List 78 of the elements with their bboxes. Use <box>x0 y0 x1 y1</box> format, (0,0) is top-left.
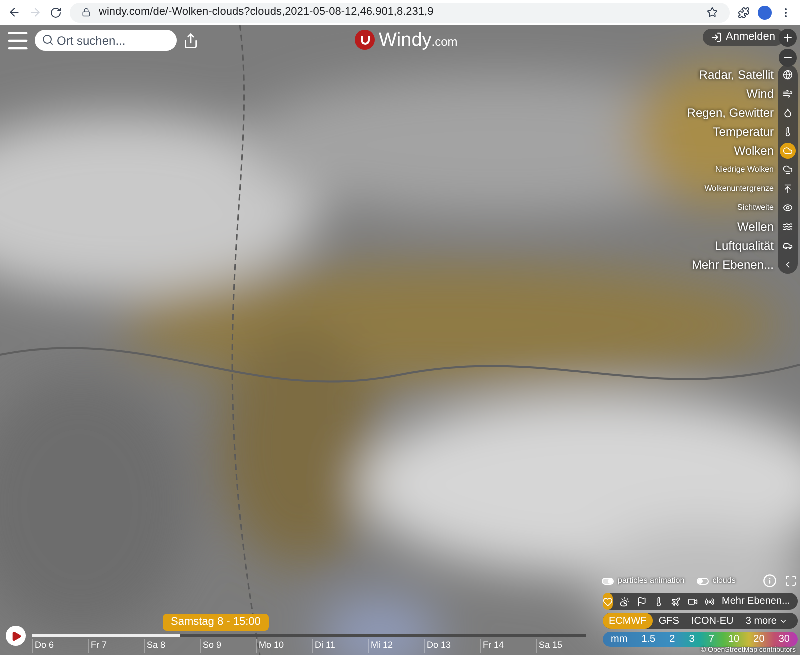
layer-label[interactable]: Mehr Ebenen... <box>692 256 778 274</box>
toggle-label: particles animation <box>618 575 685 587</box>
day-label[interactable]: Sa 8 <box>144 639 200 652</box>
model-tab[interactable]: ICON-EU <box>686 613 740 629</box>
legend-unit: mm <box>611 633 628 647</box>
drop-icon <box>783 108 793 118</box>
legend-value: 10 <box>728 633 740 647</box>
eye-icon <box>783 202 793 212</box>
legend-value: 7 <box>708 633 714 647</box>
search-icon <box>42 34 54 46</box>
day-label[interactable]: So 9 <box>200 639 256 652</box>
layer-label[interactable]: Wolkenuntergrenze <box>704 182 778 194</box>
address-bar[interactable]: windy.com/de/-Wolken-clouds?clouds,2021-05-08-12,46.901,8.231,9 <box>70 2 730 22</box>
toggle-label: clouds <box>712 575 736 587</box>
layer-icon-cell[interactable] <box>778 122 798 141</box>
toggle-switch[interactable] <box>696 578 709 584</box>
logo-text: Windy.com <box>379 30 458 50</box>
time-tooltip: Samstag 8 - 15:00 <box>163 614 269 631</box>
layer-label[interactable]: Regen, Gewitter <box>687 104 778 122</box>
model-tab[interactable]: ECMWF <box>603 613 653 629</box>
legend-value: 1.5 <box>642 633 656 647</box>
camera-icon <box>688 596 698 606</box>
antenna-icon <box>705 596 715 606</box>
thermometer-icon <box>783 126 793 136</box>
day-label[interactable]: Mi 12 <box>368 639 424 652</box>
layer-label[interactable]: Temperatur <box>713 122 778 140</box>
profile-avatar[interactable] <box>758 6 772 20</box>
lock-icon <box>82 8 91 17</box>
day-label[interactable]: Sa 15 <box>536 639 592 652</box>
layer-label[interactable]: Wellen <box>738 218 778 236</box>
layer-label[interactable]: Niedrige Wolken <box>715 164 778 176</box>
layer-icon-cell[interactable] <box>778 160 798 179</box>
layer-icon-cell[interactable] <box>778 255 798 274</box>
play-icon <box>10 630 22 642</box>
layer-label[interactable]: Sichtweite <box>738 202 778 214</box>
layer-icon-cell[interactable] <box>778 65 798 84</box>
flag-icon <box>637 596 647 606</box>
favorite-layer-button[interactable] <box>603 593 613 610</box>
more-layers-link[interactable]: Mehr Ebenen... <box>722 594 790 609</box>
cloud-icon <box>783 146 793 156</box>
cloud-sun-icon <box>620 596 630 606</box>
day-label[interactable]: Fr 7 <box>88 639 144 652</box>
model-tab[interactable]: 3 more <box>740 613 794 629</box>
reload-icon[interactable] <box>50 6 62 18</box>
layer-label[interactable]: Luftqualität <box>715 236 778 254</box>
back-icon[interactable] <box>8 6 21 19</box>
plane-icon <box>671 596 681 606</box>
waves-icon <box>783 222 793 232</box>
day-label[interactable]: Fr 14 <box>480 639 536 652</box>
thermometer-icon <box>654 596 664 606</box>
login-button[interactable]: Anmelden <box>703 29 784 46</box>
legend-value: 20 <box>754 633 765 646</box>
model-tab[interactable]: GFS <box>652 613 686 629</box>
url-text: windy.com/de/-Wolken-clouds?clouds,2021-05-08-12,46.901,8.231,9 <box>99 5 434 20</box>
legend-value: 2 <box>670 633 676 647</box>
share-icon[interactable] <box>183 33 199 49</box>
search-field[interactable]: Ort suchen... <box>35 30 177 51</box>
cloud-icon <box>783 164 793 174</box>
wind-icon <box>783 88 793 98</box>
day-label[interactable]: Mo 10 <box>256 639 312 652</box>
plus-icon <box>782 32 794 44</box>
layer-label[interactable]: Radar, Satellit <box>699 66 778 84</box>
layer-label[interactable]: Wolken <box>734 142 778 160</box>
toggle-switch[interactable] <box>602 578 614 584</box>
car-icon <box>783 240 793 250</box>
timeline-track[interactable] <box>32 634 586 637</box>
globe-icon <box>783 70 793 80</box>
day-label[interactable]: Do 6 <box>32 639 88 652</box>
layer-icon-cell[interactable] <box>778 141 798 160</box>
login-icon <box>711 32 722 43</box>
legend-value: 3 <box>689 633 695 647</box>
legend-value: 30 <box>778 633 790 646</box>
layer-label[interactable]: Wind <box>746 84 778 102</box>
day-label[interactable]: Di 11 <box>312 639 368 652</box>
heart-icon <box>603 596 613 606</box>
bookmark-star-icon[interactable] <box>707 7 718 18</box>
day-label[interactable]: Do 13 <box>424 639 480 652</box>
extensions-icon[interactable] <box>738 6 750 18</box>
